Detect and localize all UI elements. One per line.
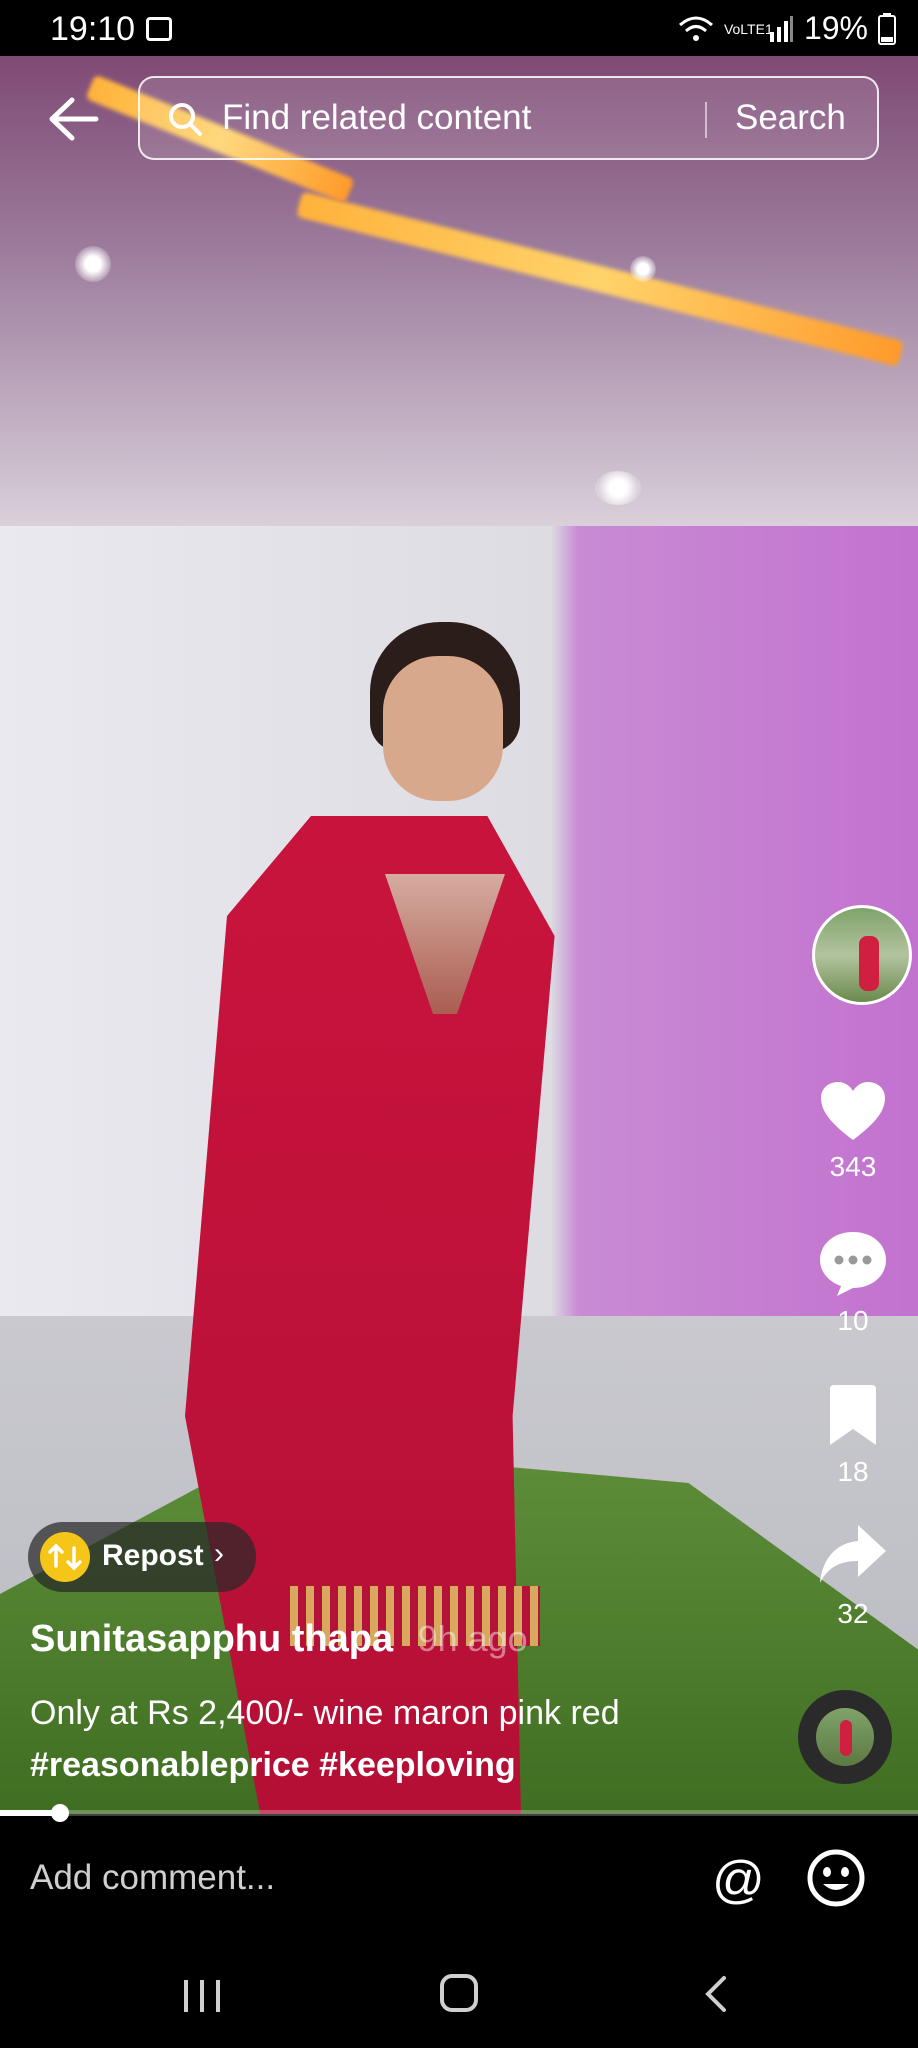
battery-icon [878,12,896,45]
progress-handle[interactable] [50,1804,69,1822]
comment-icon [820,1232,886,1296]
gallery-icon [146,17,172,41]
person-face [383,656,503,801]
search-icon [169,103,202,136]
mention-icon[interactable]: @ [712,1850,765,1910]
repost-button[interactable]: Repost › [28,1522,256,1592]
network-label: VoLTE1 [723,20,773,37]
comment-input[interactable]: Add comment... [30,1858,275,1898]
repost-icon [40,1532,90,1582]
status-bar: 19:10 VoLTE1 19% [0,0,918,56]
top-bar: Find related content Search [0,76,918,162]
repost-label: Repost [102,1539,204,1572]
post-description: Only at Rs 2,400/- wine maron pink red [30,1694,620,1732]
bookmark-icon [830,1385,876,1445]
post-time: 9h ago [417,1618,528,1659]
like-count: 343 [829,1151,877,1182]
share-count: 32 [837,1598,869,1629]
wifi-icon [678,16,713,41]
chevron-right-icon: › [214,1537,224,1570]
search-button[interactable]: Search [735,98,846,138]
system-nav-bar [0,1940,918,2048]
battery-percent: 19% [803,10,868,46]
bookmark-button[interactable]: 18 [788,1385,918,1488]
search-bar[interactable]: Find related content Search [138,76,879,160]
signal-icon [769,15,793,42]
like-button[interactable]: 343 [788,1080,918,1183]
bookmark-count: 18 [837,1456,869,1487]
search-divider [705,102,707,138]
music-disc[interactable] [798,1690,892,1784]
comment-button[interactable]: 10 [788,1230,918,1337]
search-input[interactable]: Find related content [222,98,531,138]
home-icon[interactable] [440,1974,478,2012]
status-time: 19:10 [50,10,136,48]
heart-icon [821,1082,885,1140]
back-arrow-icon[interactable] [46,94,102,144]
nav-back-icon[interactable] [700,1974,730,2014]
username[interactable]: Sunitasapphu thapa [30,1618,393,1660]
share-button[interactable]: 32 [788,1523,918,1630]
comment-bar: Add comment... @ [0,1816,918,1940]
status-indicators: VoLTE1 19% [678,10,896,47]
share-icon [820,1525,886,1583]
post-caption: Sunitasapphu thapa 9h ago Only at Rs 2,4… [30,1618,770,1791]
emoji-icon[interactable] [806,1848,866,1908]
post-hashtags[interactable]: #reasonableprice #keeploving [30,1739,770,1791]
recents-icon[interactable] [180,1978,224,2014]
video-progress[interactable] [0,1804,918,1822]
avatar[interactable] [812,905,912,1005]
comment-count: 10 [837,1305,869,1336]
